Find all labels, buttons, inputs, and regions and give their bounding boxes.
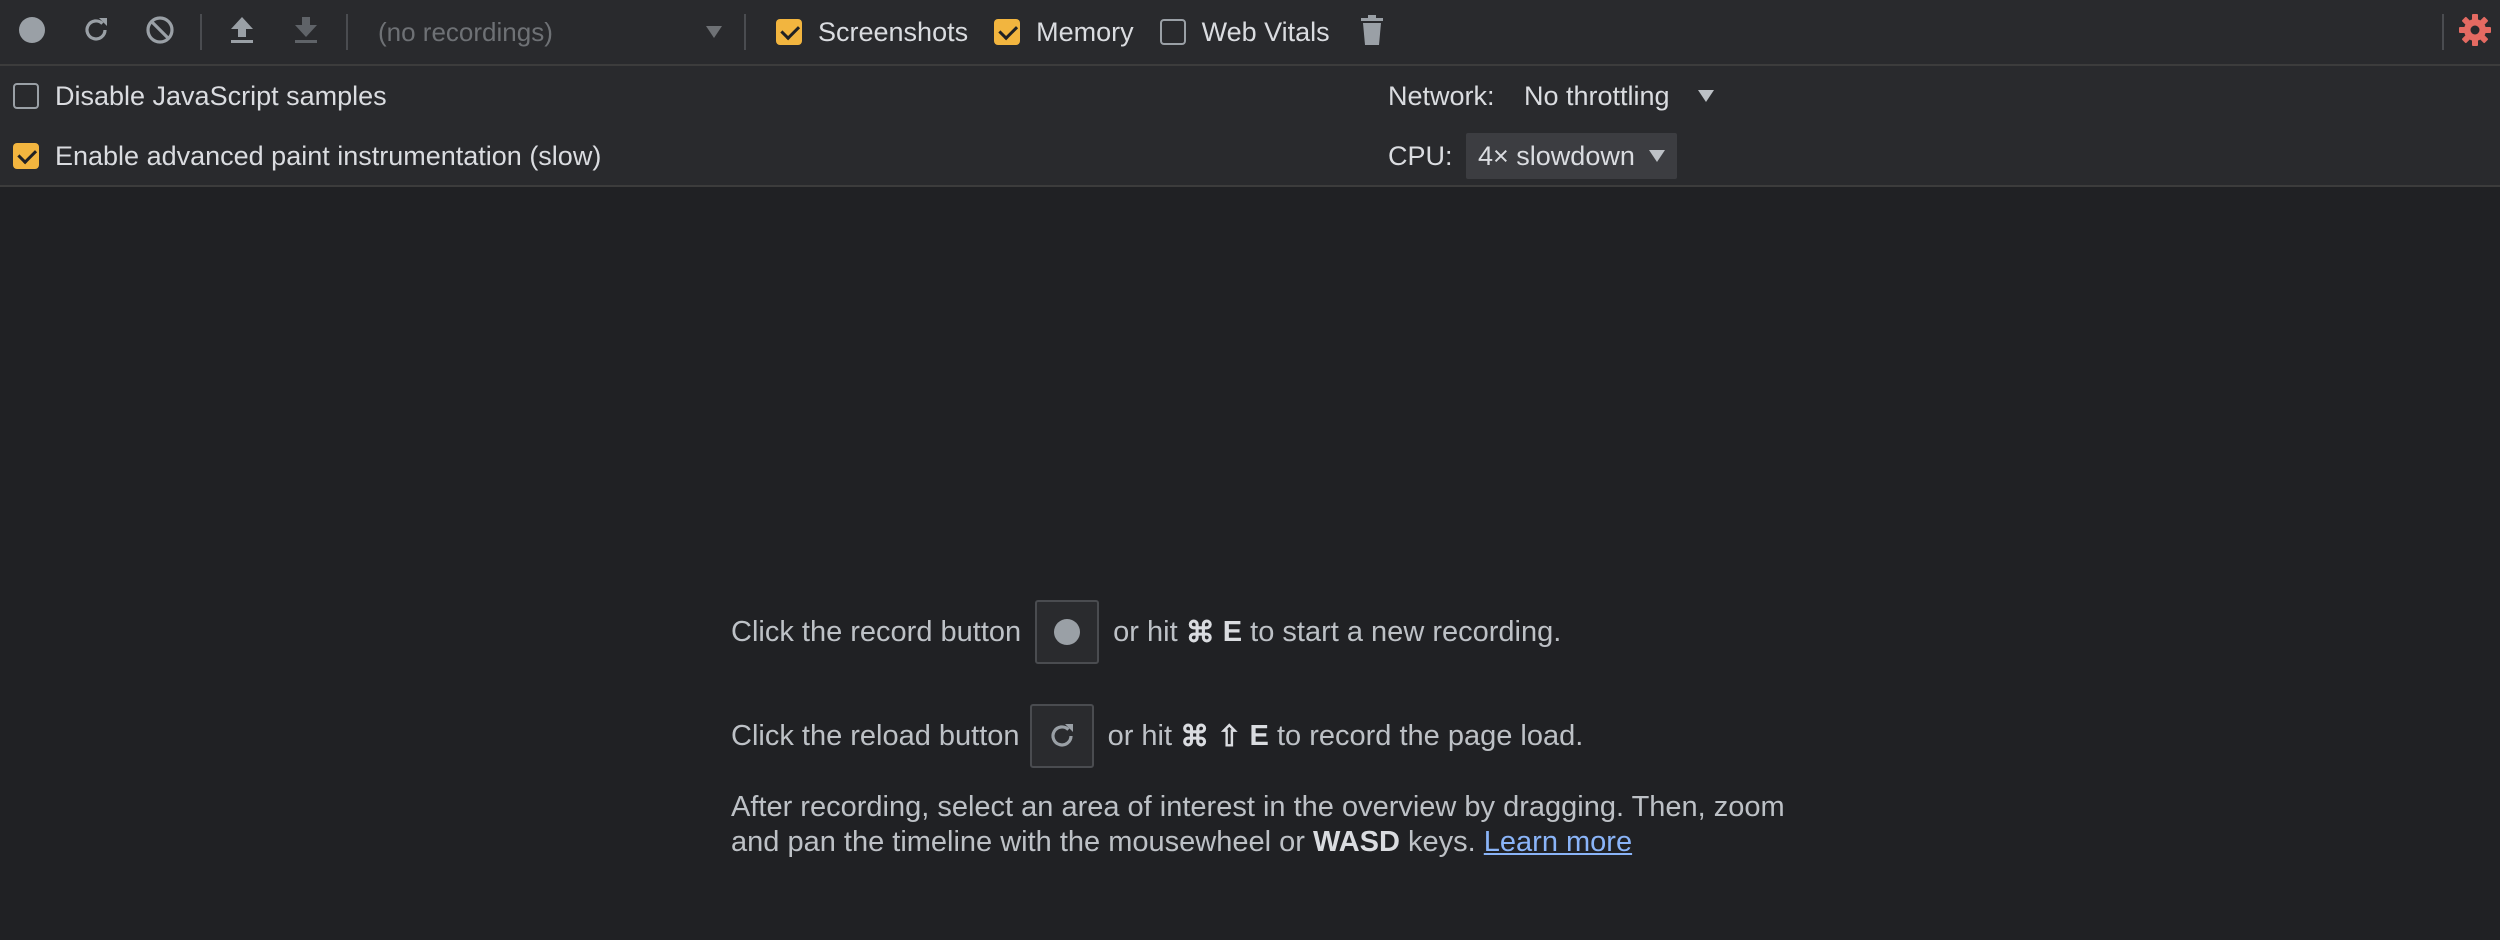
toolbar-right-group <box>2434 0 2500 65</box>
reload-instruction: Click the reload button or hit ⌘ ⇧ E to … <box>731 704 1831 768</box>
cpu-label: CPU: <box>1388 140 1453 171</box>
command-key: ⌘ <box>1185 616 1215 649</box>
network-throttling-select[interactable]: No throttling <box>1512 73 1726 119</box>
record-instruction-mid: or hit <box>1113 615 1178 648</box>
upload-icon <box>228 15 256 50</box>
disable-js-samples-label: Disable JavaScript samples <box>55 80 387 111</box>
trash-icon <box>1359 14 1385 51</box>
screenshots-checkbox[interactable]: Screenshots <box>776 0 968 65</box>
record-button[interactable] <box>0 0 64 65</box>
inline-reload-button[interactable] <box>1029 704 1094 768</box>
load-profile-button[interactable] <box>210 0 274 65</box>
settings-divider <box>0 185 2500 187</box>
capture-settings-button[interactable] <box>2450 0 2500 65</box>
chevron-down-icon <box>1648 150 1665 162</box>
network-throttling-value: No throttling <box>1524 80 1670 111</box>
inline-record-button[interactable] <box>1035 600 1100 664</box>
screenshots-label: Screenshots <box>818 16 969 47</box>
reload-instruction-prefix: Click the reload button <box>731 719 1020 752</box>
e-key: E <box>1249 719 1269 752</box>
memory-checkbox[interactable]: Memory <box>994 0 1134 65</box>
checkbox-checked-icon[interactable] <box>13 143 39 169</box>
save-profile-button[interactable] <box>274 0 338 65</box>
advanced-paint-label: Enable advanced paint instrumentation (s… <box>55 140 602 171</box>
clear-button[interactable] <box>128 0 192 65</box>
web-vitals-label: Web Vitals <box>1201 16 1330 47</box>
advanced-paint-checkbox[interactable]: Enable advanced paint instrumentation (s… <box>13 126 601 186</box>
web-vitals-checkbox[interactable]: Web Vitals <box>1159 0 1330 65</box>
checkbox-checked-icon[interactable] <box>994 19 1021 45</box>
checkbox-unchecked-icon[interactable] <box>1159 19 1186 45</box>
landing-instructions: Click the record button or hit ⌘ E to st… <box>731 600 1831 860</box>
reload-record-button[interactable] <box>64 0 128 65</box>
after-recording-keys-text: keys. <box>1408 826 1476 858</box>
shift-key: ⇧ <box>1217 720 1242 753</box>
checkbox-unchecked-icon[interactable] <box>13 83 39 109</box>
checkbox-checked-icon[interactable] <box>776 19 802 45</box>
toolbar-divider <box>2442 14 2444 50</box>
recordings-dropdown[interactable]: (no recordings) <box>356 0 736 65</box>
settings-row-2: Enable advanced paint instrumentation (s… <box>0 126 2500 186</box>
toolbar-divider <box>744 14 746 50</box>
settings-row-1: Disable JavaScript samples Network: No t… <box>0 66 2500 126</box>
network-label: Network: <box>1388 80 1495 111</box>
record-instruction-suffix: to start a new recording. <box>1250 615 1562 648</box>
learn-more-link[interactable]: Learn more <box>1484 826 1632 858</box>
record-icon <box>1054 619 1081 645</box>
record-instruction-prefix: Click the record button <box>731 615 1022 648</box>
reload-icon <box>80 14 112 51</box>
cpu-throttling-select[interactable]: 4× slowdown <box>1466 133 1677 179</box>
reload-instruction-mid: or hit <box>1107 719 1173 752</box>
after-recording-instruction: After recording, select an area of inter… <box>731 790 1831 860</box>
gear-icon <box>2458 13 2492 52</box>
collect-garbage-button[interactable] <box>1340 0 1404 65</box>
command-key: ⌘ <box>1180 720 1210 753</box>
record-icon <box>18 16 46 49</box>
chevron-down-icon <box>706 26 722 38</box>
recordings-dropdown-value: (no recordings) <box>378 16 553 47</box>
toolbar-divider <box>346 14 348 50</box>
toolbar-divider <box>200 14 202 50</box>
disable-js-samples-checkbox[interactable]: Disable JavaScript samples <box>13 66 387 126</box>
clear-icon <box>144 14 176 51</box>
chevron-down-icon <box>1697 90 1714 102</box>
reload-instruction-suffix: to record the page load. <box>1276 719 1584 752</box>
performance-toolbar: (no recordings) Screenshots Memory Web V… <box>0 0 2500 66</box>
record-instruction: Click the record button or hit ⌘ E to st… <box>731 600 1831 664</box>
e-key: E <box>1222 615 1243 648</box>
download-icon <box>292 15 320 50</box>
wasd-keys: WASD <box>1312 826 1400 858</box>
memory-label: Memory <box>1036 16 1134 47</box>
reload-icon <box>1051 724 1073 747</box>
cpu-throttling-value: 4× slowdown <box>1478 140 1635 171</box>
